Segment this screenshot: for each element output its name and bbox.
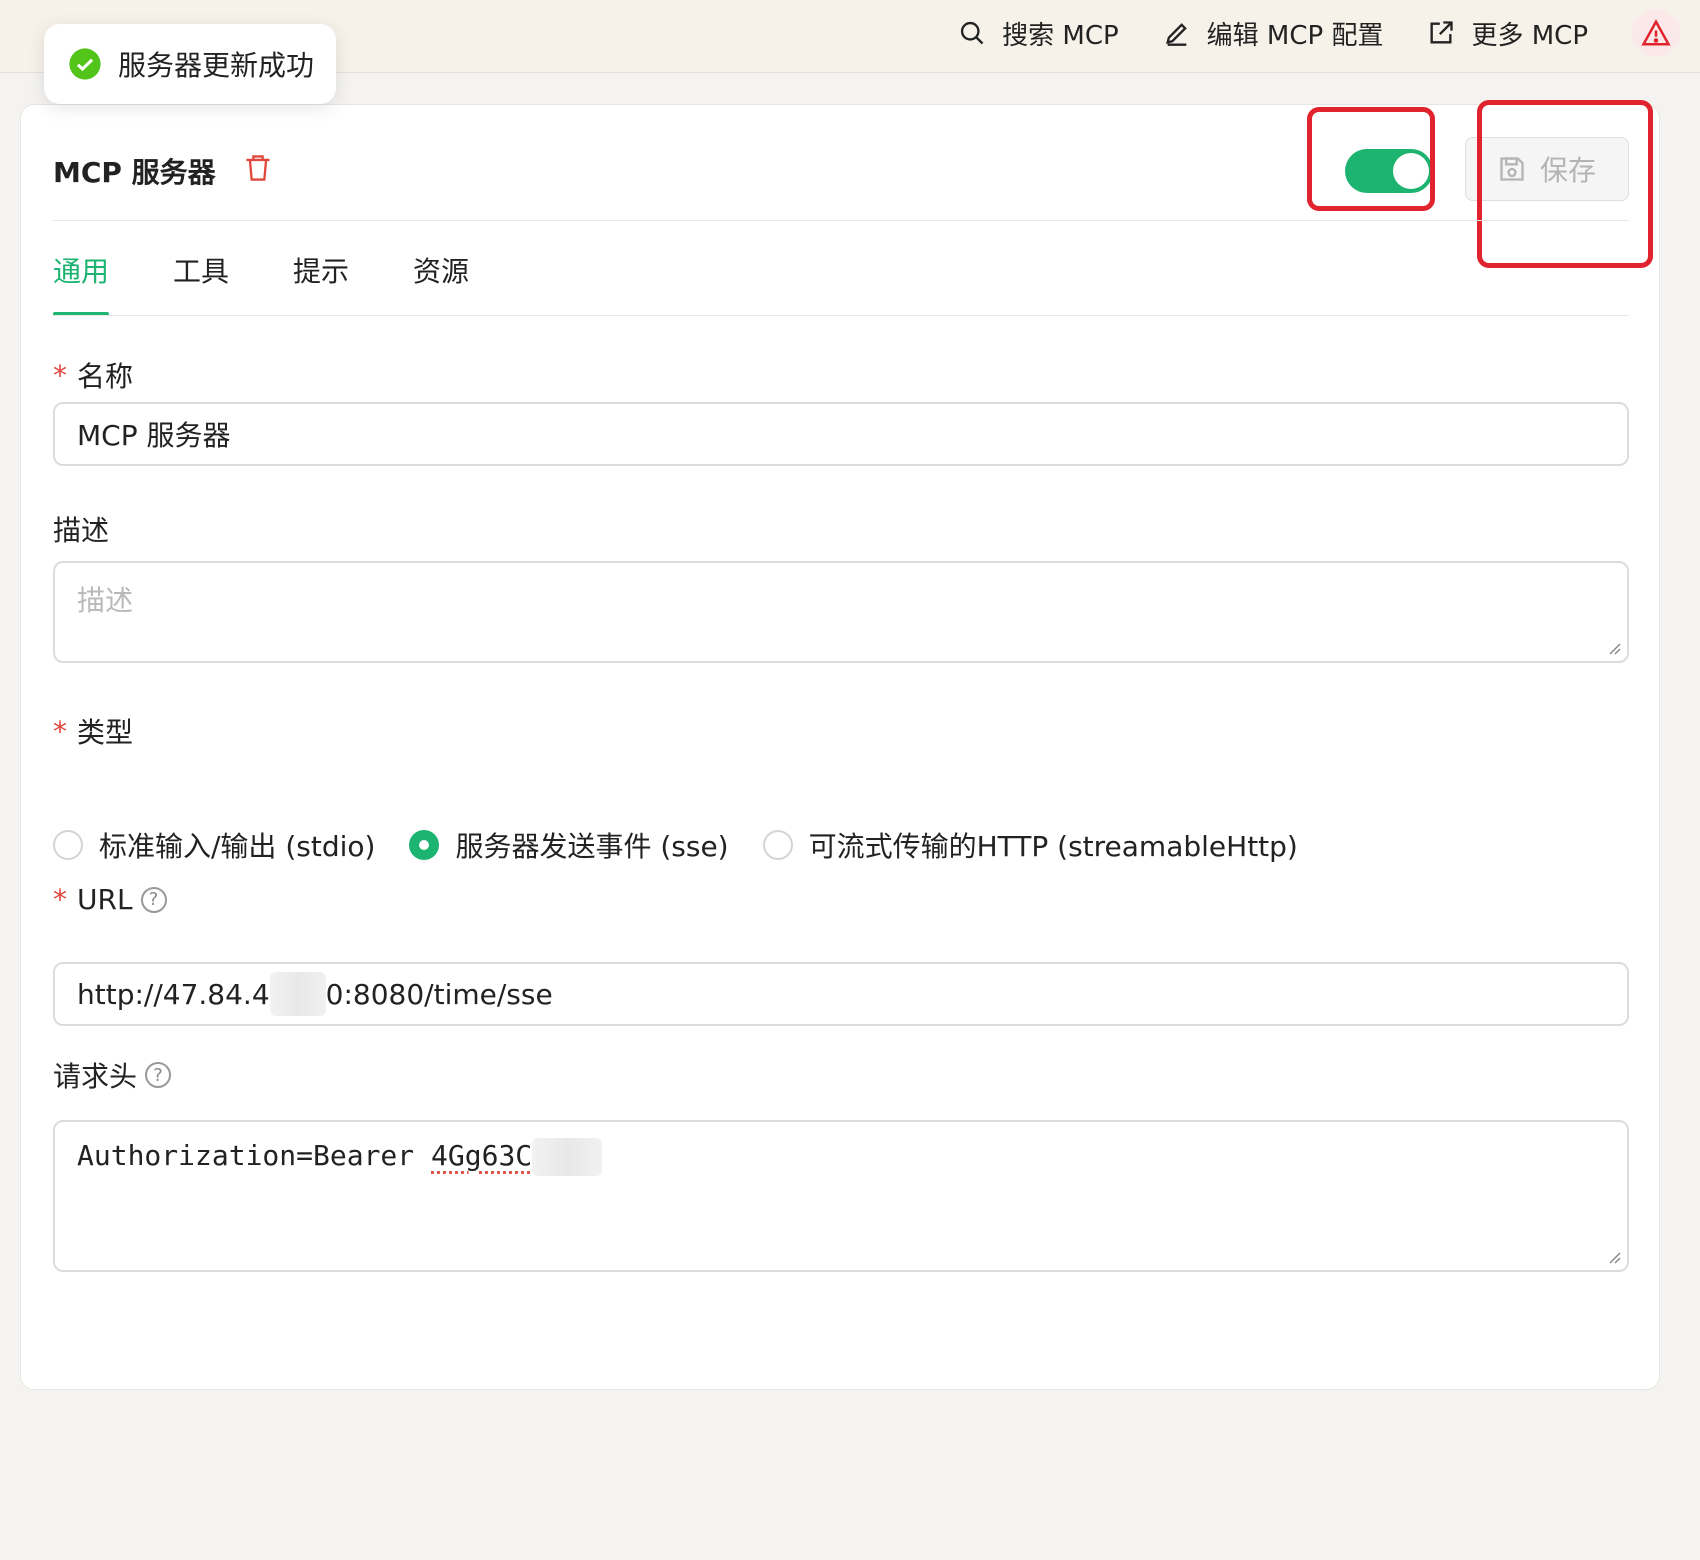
radio-sse[interactable]: 服务器发送事件 (sse)	[409, 825, 729, 865]
search-icon	[961, 21, 984, 45]
radio-streamable-http-label: 可流式传输的HTTP (streamableHttp)	[808, 830, 1298, 863]
radio-streamable-http[interactable]: 可流式传输的HTTP (streamableHttp)	[762, 825, 1298, 865]
warning-button[interactable]	[1632, 9, 1680, 57]
radio-circle-checked	[409, 830, 440, 860]
radio-circle	[762, 830, 793, 860]
name-input[interactable]: MCP 服务器	[53, 402, 1629, 466]
card-header: MCP 服务器	[53, 151, 272, 191]
edit-mcp-config-button[interactable]: 编辑 MCP 配置	[1163, 15, 1384, 52]
edit-mcp-config-label: 编辑 MCP 配置	[1206, 20, 1384, 51]
resize-handle-icon[interactable]	[1607, 1250, 1621, 1264]
description-label: 描述	[53, 509, 109, 549]
delete-server-button[interactable]	[244, 153, 272, 190]
name-value: MCP 服务器	[77, 419, 231, 452]
page-title: MCP 服务器	[53, 156, 216, 189]
url-value-prefix: http://47.84.4	[77, 977, 270, 1011]
required-mark: *	[53, 358, 67, 392]
type-label-text: 类型	[77, 716, 134, 749]
tab-bar: 通用 工具 提示 资源	[53, 250, 469, 316]
success-toast: 服务器更新成功	[44, 24, 336, 104]
description-placeholder: 描述	[77, 584, 134, 617]
url-label: * URL ?	[53, 883, 167, 916]
required-mark: *	[53, 714, 67, 748]
check-circle-icon	[69, 48, 101, 80]
resize-handle-icon[interactable]	[1607, 641, 1621, 655]
redacted-region	[532, 1138, 603, 1176]
headers-token: 4Gg63C	[431, 1139, 533, 1172]
more-mcp-button[interactable]: 更多 MCP	[1427, 15, 1588, 52]
toast-message: 服务器更新成功	[118, 49, 315, 82]
pencil-icon	[1165, 23, 1187, 46]
tab-prompts[interactable]: 提示	[293, 250, 349, 314]
mcp-server-card: MCP 服务器 保存 通用 工具 提示 资源 * 名称 MCP 服务器 描述 描…	[20, 100, 1660, 1390]
required-mark: *	[53, 883, 67, 916]
headers-textarea[interactable]: Authorization=Bearer 4Gg63C	[53, 1120, 1629, 1272]
type-label: * 类型	[53, 711, 133, 751]
floppy-disk-icon	[1500, 157, 1524, 181]
help-icon[interactable]: ?	[140, 886, 167, 913]
url-value-suffix: 0:8080/time/sse	[325, 977, 553, 1011]
description-label-text: 描述	[53, 514, 110, 547]
help-icon[interactable]: ?	[145, 1062, 172, 1088]
redacted-region	[269, 972, 326, 1016]
search-mcp-label: 搜索 MCP	[1002, 20, 1119, 51]
header-divider	[53, 220, 1629, 221]
url-label-text: URL	[77, 883, 133, 916]
headers-label: 请求头 ?	[53, 1055, 172, 1095]
enable-toggle[interactable]	[1345, 149, 1433, 193]
description-textarea[interactable]: 描述	[53, 561, 1629, 663]
radio-circle	[53, 830, 83, 860]
name-label: * 名称	[53, 355, 133, 395]
radio-stdio-label: 标准输入/输出 (stdio)	[99, 830, 376, 863]
search-mcp-button[interactable]: 搜索 MCP	[958, 15, 1119, 52]
save-button[interactable]: 保存	[1465, 137, 1629, 201]
tabs-divider	[53, 315, 1629, 316]
toggle-knob	[1393, 153, 1429, 189]
url-input[interactable]: http://47.84.4 0:8080/time/sse	[53, 962, 1629, 1026]
headers-label-text: 请求头	[53, 1060, 138, 1093]
tab-tools[interactable]: 工具	[173, 250, 229, 314]
top-actions: 搜索 MCP 编辑 MCP 配置 更多 MCP	[958, 0, 1680, 66]
tab-general[interactable]: 通用	[53, 250, 110, 316]
tab-resources[interactable]: 资源	[413, 250, 469, 314]
more-mcp-label: 更多 MCP	[1471, 20, 1588, 51]
trash-icon	[246, 154, 270, 181]
radio-stdio[interactable]: 标准输入/输出 (stdio)	[53, 825, 375, 865]
radio-sse-label: 服务器发送事件 (sse)	[455, 830, 729, 863]
warning-icon	[1641, 19, 1671, 46]
save-label: 保存	[1539, 154, 1596, 187]
headers-value-prefix: Authorization=Bearer	[77, 1139, 432, 1172]
type-radio-group: 标准输入/输出 (stdio) 服务器发送事件 (sse) 可流式传输的HTTP…	[53, 825, 1332, 865]
name-label-text: 名称	[77, 360, 134, 393]
external-link-icon	[1430, 21, 1454, 44]
